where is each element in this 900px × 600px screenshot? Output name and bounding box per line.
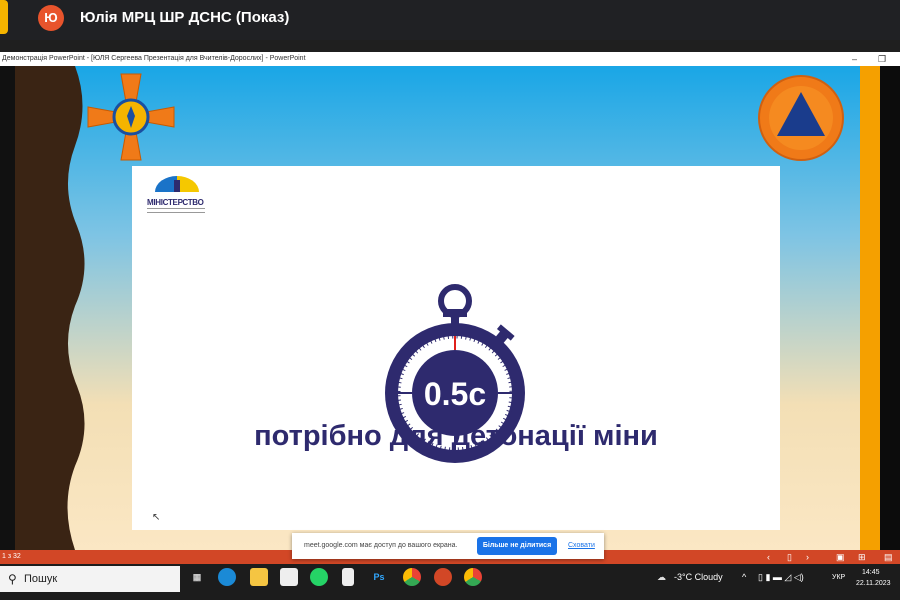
search-placeholder: Пошук — [24, 573, 58, 585]
window-title: Демонстрація PowerPoint - [ЮЛЯ Сергеева … — [2, 55, 306, 62]
photoshop-icon[interactable]: Ps — [370, 568, 388, 586]
stop-sharing-button[interactable]: Більше не ділитися — [477, 537, 557, 555]
ministry-arc-icon — [155, 176, 199, 192]
civil-defence-emblem-icon — [758, 75, 844, 161]
accent-edge — [0, 0, 8, 34]
slide-caption: потрібно для детонації міни — [254, 420, 658, 452]
search-icon: ⚲ — [8, 572, 17, 586]
windows-taskbar: ⚲ Пошук ▦ Ps ☁ -3°C Cloudy ^ ▯ ▮ ▬ ◿ ◁) … — [0, 564, 900, 600]
hide-link[interactable]: Сховати — [568, 533, 595, 559]
slide-sorter-icon[interactable]: ▯ — [787, 550, 792, 564]
slide-counter: 1 з 32 — [2, 553, 21, 560]
clock-date[interactable]: 22.11.2023 — [856, 580, 891, 587]
chrome-icon-2[interactable] — [464, 568, 482, 586]
slide: МІНІСТЕРСТВО 0.5с потрібно для детонації… — [0, 66, 900, 550]
wave-border — [15, 66, 85, 550]
powerpoint-title-bar: Демонстрація PowerPoint - [ЮЛЯ Сергеева … — [0, 52, 900, 66]
microsoft-store-icon[interactable] — [280, 568, 298, 586]
dsns-emblem-icon — [87, 73, 175, 161]
right-border — [880, 66, 900, 550]
ministry-name: МІНІСТЕРСТВО — [147, 198, 204, 207]
share-message: meet.google.com має доступ до вашого екр… — [304, 542, 458, 549]
slide-content-card: МІНІСТЕРСТВО 0.5с потрібно для детонації… — [132, 166, 780, 530]
chrome-icon[interactable] — [403, 568, 421, 586]
right-orange-strip — [860, 66, 880, 550]
minimize-button[interactable]: – — [852, 52, 857, 66]
left-border — [0, 66, 15, 550]
normal-view-icon[interactable]: ▣ — [836, 550, 845, 564]
ministry-subtitle-lines — [147, 208, 205, 213]
ministry-logo: МІНІСТЕРСТВО — [147, 176, 212, 213]
avatar[interactable]: Ю — [38, 5, 64, 31]
task-view-icon[interactable]: ▦ — [188, 568, 206, 586]
weather-text[interactable]: -3°C Cloudy — [674, 572, 723, 582]
weather-icon[interactable]: ☁ — [657, 572, 666, 583]
presenter-title: Юлія МРЦ ШР ДСНС (Показ) — [80, 9, 290, 26]
prev-slide-button[interactable]: ‹ — [767, 550, 770, 564]
powerpoint-icon[interactable] — [434, 568, 452, 586]
taskbar-search[interactable]: ⚲ Пошук — [0, 566, 180, 592]
whatsapp-icon[interactable] — [310, 568, 328, 586]
mouse-cursor-icon: ↖ — [152, 512, 161, 523]
edge-icon[interactable] — [218, 568, 236, 586]
reading-view-icon[interactable]: ▤ — [884, 550, 893, 564]
restore-button[interactable]: ❐ — [878, 52, 886, 66]
tray-icons[interactable]: ▯ ▮ ▬ ◿ ◁) — [758, 572, 804, 583]
language-indicator[interactable]: УКР — [832, 574, 845, 581]
notepad-icon[interactable] — [342, 568, 354, 586]
meet-top-bar: Ю Юлія МРЦ ШР ДСНС (Показ) — [0, 0, 900, 40]
tray-overflow-icon[interactable]: ^ — [742, 572, 746, 582]
stopwatch-value: 0.5с — [424, 376, 486, 412]
screen-share-notice: meet.google.com має доступ до вашого екр… — [292, 533, 604, 559]
file-explorer-icon[interactable] — [250, 568, 268, 586]
clock-time[interactable]: 14:45 — [862, 569, 880, 576]
grid-view-icon[interactable]: ⊞ — [858, 550, 866, 564]
next-slide-button[interactable]: › — [806, 550, 809, 564]
